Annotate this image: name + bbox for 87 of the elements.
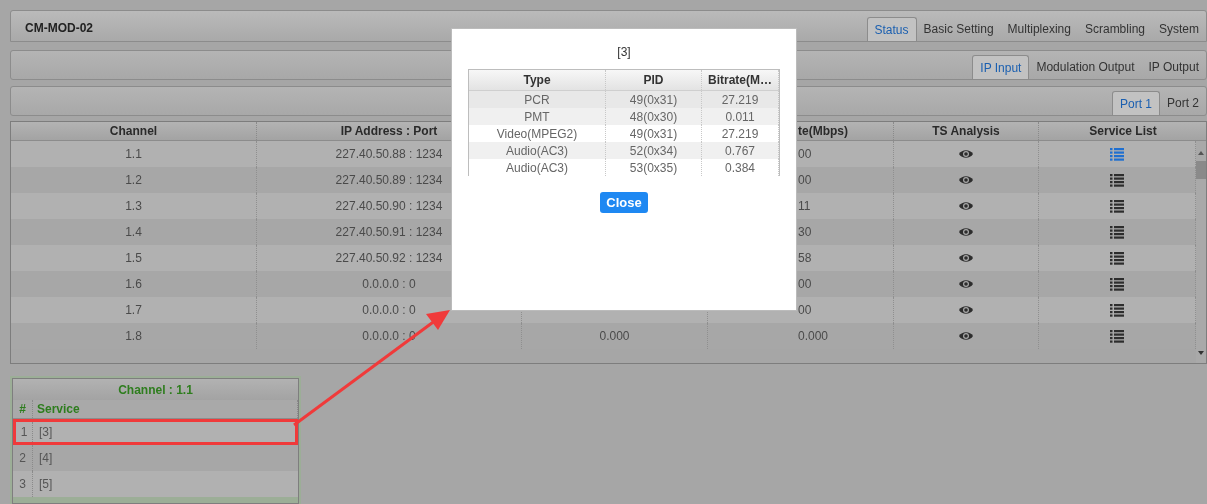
table-cell-text: 1.4 [125, 224, 142, 241]
column-header: Bitrate(M… [708, 72, 772, 89]
column-header: Channel [109, 123, 158, 140]
table-cell-text: 1.6 [125, 276, 142, 293]
column-header: IP Address : Port [340, 123, 438, 140]
tab[interactable]: Scrambling [1077, 17, 1152, 41]
eye-icon[interactable] [958, 277, 974, 291]
table-cell-text: 227.40.50.89 : 1234 [335, 172, 443, 189]
tab[interactable]: System [1152, 17, 1206, 41]
tab[interactable]: Multiplexing [1000, 17, 1078, 41]
column-header: te(Mbps) [798, 123, 848, 140]
eye-icon[interactable] [958, 147, 974, 161]
service-name[interactable]: [5] [39, 475, 53, 493]
eye-icon[interactable] [958, 173, 974, 187]
table-cell-text: 1.3 [125, 198, 142, 215]
column-header: Service [37, 401, 80, 418]
list-icon[interactable] [1110, 329, 1124, 343]
device-title: CM-MOD-02 [24, 20, 93, 37]
tab[interactable]: IP Output [1141, 55, 1206, 79]
table-cell-text: 11 [798, 198, 811, 215]
table-cell-text: 53(0x35) [629, 159, 678, 177]
table-cell-text: 1.5 [125, 250, 142, 267]
scroll-thumb[interactable] [1196, 161, 1206, 179]
eye-icon[interactable] [958, 251, 974, 265]
table-cell-text: 0.0.0.0 : 0 [362, 276, 416, 293]
table-cell-text: 0.384 [725, 159, 755, 177]
tab[interactable]: Port 2 [1160, 91, 1206, 115]
tab[interactable]: Status [866, 17, 917, 41]
tab[interactable]: Modulation Output [1029, 55, 1142, 79]
column-header: Type [523, 72, 551, 89]
table-cell-text: 58 [798, 250, 812, 267]
eye-icon[interactable] [958, 225, 974, 239]
row-number: 3 [19, 476, 26, 493]
eye-icon[interactable] [958, 303, 974, 317]
table-cell-text: Audio(AC3) [506, 159, 568, 177]
table-cell-text: 0.767 [725, 142, 755, 160]
list-icon[interactable] [1110, 225, 1124, 239]
column-header: Service List [1089, 123, 1157, 140]
tab[interactable]: Basic Setting [916, 17, 1001, 41]
table-cell-text: 49(0x31) [629, 91, 678, 109]
table-cell-text: 227.40.50.88 : 1234 [335, 146, 443, 163]
list-icon[interactable] [1110, 199, 1124, 213]
table-cell-text: 1.2 [125, 172, 142, 189]
tab[interactable]: Port 1 [1111, 91, 1160, 115]
eye-icon[interactable] [958, 329, 974, 343]
table-cell-text: PCR [524, 91, 550, 109]
column-header: TS Analysis [932, 123, 1000, 140]
table-cell-text: 00 [798, 172, 812, 189]
table-cell-text: 227.40.50.90 : 1234 [335, 198, 443, 215]
table-cell-text: 48(0x30) [629, 108, 678, 126]
list-icon[interactable] [1110, 173, 1124, 187]
table-cell-text: 227.40.50.91 : 1234 [335, 224, 443, 241]
table-cell-text: 0.000 [599, 328, 630, 345]
table-cell-text: 00 [798, 146, 812, 163]
table-cell-text: 27.219 [721, 125, 759, 143]
list-icon[interactable] [1110, 251, 1124, 265]
table-cell-text: 227.40.50.92 : 1234 [335, 250, 443, 267]
column-header: # [19, 401, 26, 418]
scroll-up-icon[interactable] [1197, 149, 1205, 157]
table-cell-text: 27.219 [721, 91, 759, 109]
scroll-down-icon[interactable] [1197, 349, 1205, 357]
table-cell-text: 0.0.0.0 : 0 [362, 302, 416, 319]
table-cell-text: 00 [798, 276, 812, 293]
column-header: PID [643, 72, 664, 89]
table-cell-text: 30 [798, 224, 812, 241]
table-cell-text: 00 [798, 302, 812, 319]
service-panel-title: Channel : 1.1 [13, 379, 298, 400]
popup-title: [3] [617, 44, 631, 61]
close-button[interactable]: Close [600, 192, 648, 213]
list-icon[interactable] [1110, 303, 1124, 317]
row-number: 1 [20, 424, 28, 441]
table-cell-text: 0.000 [798, 328, 829, 345]
list-icon[interactable] [1110, 277, 1124, 291]
table-cell-text: PMT [524, 108, 550, 126]
table-cell-text: 1.1 [125, 146, 142, 163]
service-name[interactable]: [4] [39, 449, 53, 467]
tab[interactable]: IP Input [972, 55, 1030, 79]
table-cell-text: 1.8 [125, 328, 142, 345]
table-cell-text: 1.7 [125, 302, 142, 319]
table-cell-text: 0.011 [725, 108, 755, 126]
service-name[interactable]: [3] [39, 423, 53, 441]
table-cell-text: Audio(AC3) [506, 142, 568, 160]
table-cell-text: 49(0x31) [629, 125, 678, 143]
table-cell-text: 52(0x34) [629, 142, 678, 160]
eye-icon[interactable] [958, 199, 974, 213]
row-number: 2 [19, 450, 26, 467]
table-cell-text: Video(MPEG2) [496, 125, 578, 143]
